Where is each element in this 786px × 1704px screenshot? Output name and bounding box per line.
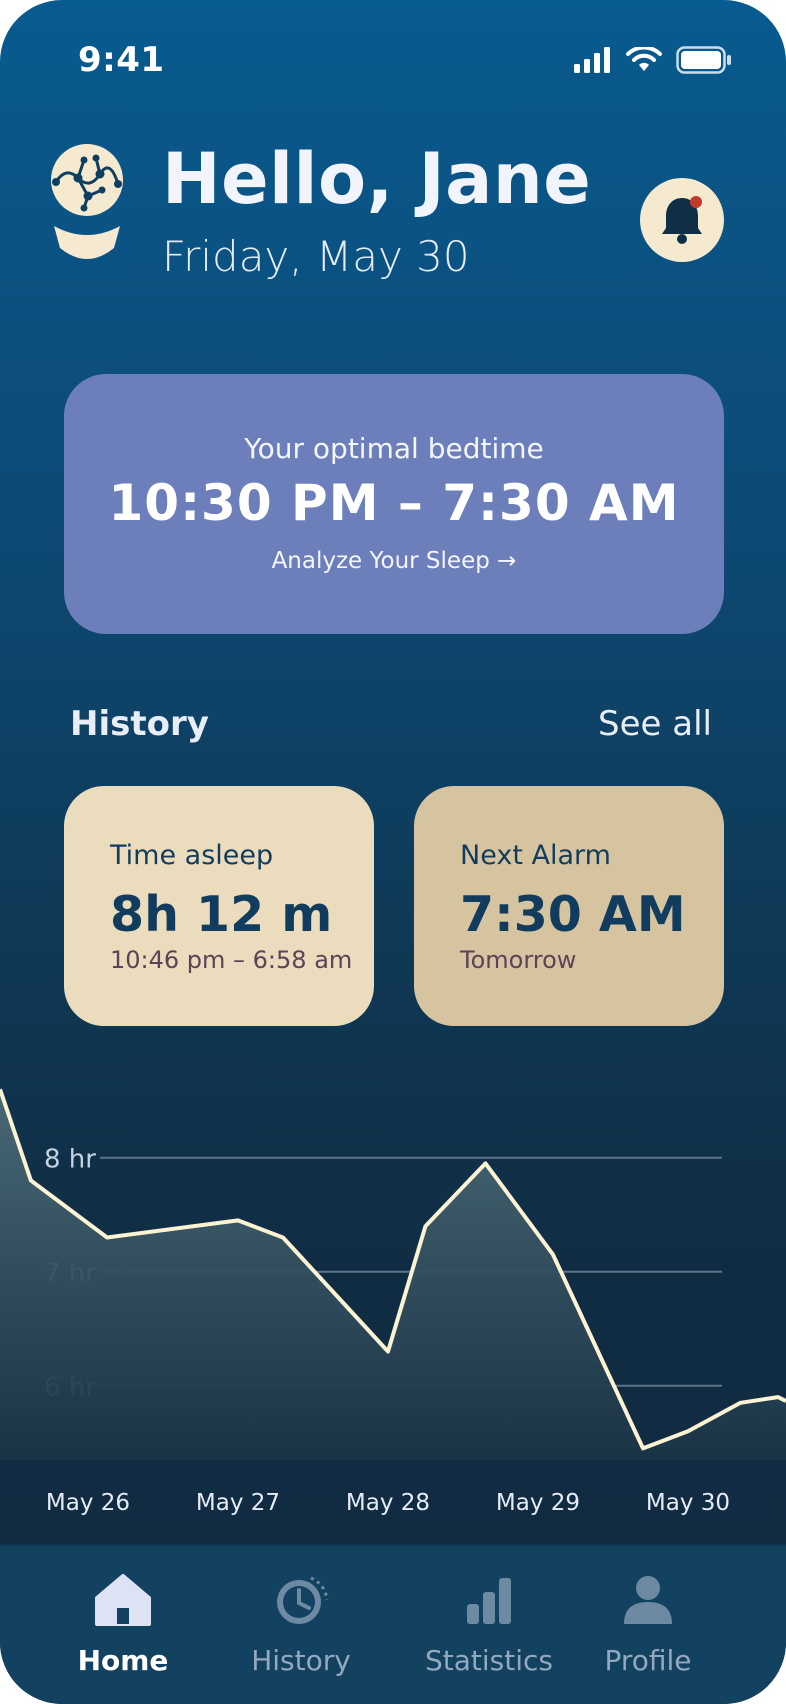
tab-bar: Home History Statistics Profile — [0, 1544, 786, 1704]
wifi-icon — [626, 47, 662, 71]
bell-icon — [662, 196, 702, 244]
time-asleep-card[interactable]: Time asleep 8h 12 m 10:46 pm – 6:58 am — [64, 786, 374, 1026]
next-alarm-label: Next Alarm — [460, 840, 611, 871]
sleep-history-chart: 8 hr7 hr6 hr May 26May 27May 28May 29May… — [0, 1088, 786, 1516]
optimal-bedtime-card[interactable]: Your optimal bedtime 10:30 PM – 7:30 AM … — [64, 374, 724, 634]
time-asleep-value: 8h 12 m — [110, 886, 333, 943]
next-alarm-day: Tomorrow — [460, 946, 577, 974]
phone-screen: 9:41 Hello, Jane Friday, May 30 Your opt… — [0, 0, 786, 1704]
tab-profile-label: Profile — [604, 1644, 692, 1677]
clock-icon — [277, 1576, 329, 1624]
avatar[interactable] — [44, 144, 130, 268]
tab-home[interactable]: Home — [38, 1570, 208, 1680]
bar-chart-icon — [467, 1578, 511, 1624]
tab-home-label: Home — [77, 1644, 169, 1677]
next-alarm-card[interactable]: Next Alarm 7:30 AM Tomorrow — [414, 786, 724, 1026]
x-tick-label: May 28 — [346, 1490, 430, 1516]
status-time: 9:41 — [78, 40, 165, 80]
notifications-button[interactable] — [640, 178, 724, 262]
greeting-title: Hello, Jane — [162, 138, 592, 220]
x-tick-label: May 27 — [196, 1490, 280, 1516]
history-section-title: History — [70, 704, 209, 744]
sleep-area-fill — [0, 1089, 786, 1460]
time-asleep-label: Time asleep — [110, 840, 274, 871]
x-tick-label: May 30 — [646, 1490, 730, 1516]
tab-history-label: History — [251, 1644, 351, 1677]
tab-statistics-label: Statistics — [425, 1644, 553, 1677]
x-tick-label: May 26 — [46, 1490, 130, 1516]
y-tick-label: 8 hr — [44, 1145, 96, 1175]
see-all-link[interactable]: See all — [598, 704, 712, 744]
cellular-signal-icon — [574, 47, 610, 73]
battery-icon — [676, 46, 731, 74]
x-tick-label: May 29 — [496, 1490, 580, 1516]
status-icons — [574, 46, 732, 74]
brain-network-icon — [51, 144, 123, 259]
home-icon — [95, 1574, 151, 1626]
bedtime-time-range: 10:30 PM – 7:30 AM — [108, 474, 680, 532]
analyze-sleep-link[interactable]: Analyze Your Sleep → — [64, 548, 724, 574]
tab-history[interactable]: History — [216, 1570, 386, 1680]
tab-statistics[interactable]: Statistics — [404, 1570, 574, 1680]
tab-profile[interactable]: Profile — [563, 1570, 733, 1680]
notification-dot — [690, 196, 702, 208]
bedtime-label: Your optimal bedtime — [244, 432, 544, 465]
next-alarm-value: 7:30 AM — [460, 886, 686, 943]
time-asleep-range: 10:46 pm – 6:58 am — [110, 946, 353, 974]
person-icon — [624, 1576, 672, 1624]
current-date: Friday, May 30 — [162, 232, 470, 281]
